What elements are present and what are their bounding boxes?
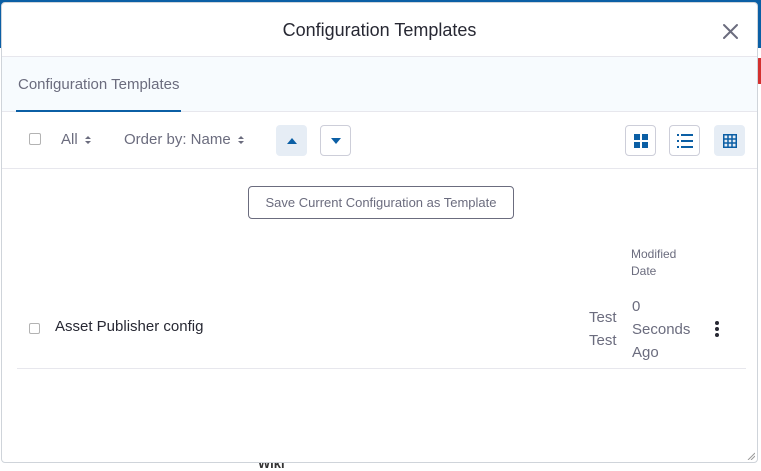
modified-line: Ago — [632, 344, 659, 361]
order-by-label: Order by: Name — [124, 131, 231, 148]
view-cards-button[interactable] — [625, 125, 656, 156]
column-header-line: Date — [631, 264, 657, 278]
row-author: Test Test — [589, 306, 617, 352]
cards-icon — [633, 133, 648, 148]
select-all-checkbox[interactable] — [29, 133, 41, 145]
author-line: Test — [589, 332, 617, 349]
filter-label: All — [61, 131, 78, 148]
row-actions-button[interactable] — [712, 320, 722, 338]
table-icon — [722, 133, 737, 148]
sort-descending-button[interactable] — [320, 125, 351, 156]
modal-header: Configuration Templates — [2, 3, 757, 57]
modified-line: 0 — [632, 298, 641, 315]
close-icon — [723, 24, 738, 39]
sort-ascending-button[interactable] — [276, 125, 307, 156]
list-icon — [676, 133, 693, 148]
navigation-bar: Configuration Templates — [2, 57, 757, 112]
author-line: Test — [589, 309, 617, 326]
row-title[interactable]: Asset Publisher config — [55, 318, 203, 335]
row-checkbox[interactable] — [29, 323, 40, 334]
close-button[interactable] — [722, 23, 739, 40]
caret-bottom-icon — [330, 137, 341, 144]
column-header-modified-date: Modified Date — [631, 246, 691, 280]
modal-title: Configuration Templates — [282, 20, 477, 40]
caret-top-icon — [286, 137, 297, 144]
resize-grip-icon[interactable] — [747, 452, 755, 460]
save-configuration-template-button[interactable]: Save Current Configuration as Template — [248, 186, 514, 219]
configuration-templates-modal: Configuration Templates Configuration Te… — [1, 2, 758, 463]
caret-double-icon — [84, 135, 91, 144]
ellipsis-vertical-icon — [715, 321, 719, 337]
column-header-line: Modified — [631, 247, 677, 261]
filter-dropdown[interactable]: All — [61, 131, 91, 148]
view-list-button[interactable] — [669, 125, 700, 156]
view-table-button[interactable] — [714, 125, 745, 156]
table-row: Asset Publisher config Test Test 0 Secon… — [17, 288, 746, 369]
management-toolbar: All Order by: Name — [2, 113, 757, 169]
caret-double-icon — [237, 135, 244, 144]
modified-line: Seconds — [632, 321, 691, 338]
order-by-dropdown[interactable]: Order by: Name — [124, 131, 244, 148]
tab-configuration-templates[interactable]: Configuration Templates — [16, 57, 182, 112]
row-modified-date: 0 Seconds Ago — [632, 295, 702, 364]
